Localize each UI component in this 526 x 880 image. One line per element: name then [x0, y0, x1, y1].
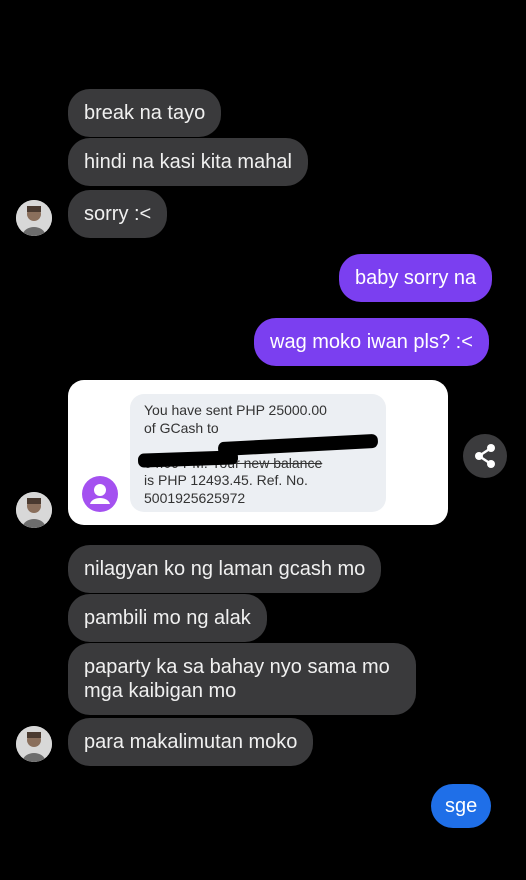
avatar-photo-icon: [16, 492, 52, 528]
message-sorry[interactable]: sorry :<: [68, 190, 168, 238]
sms-line-5: is PHP 12493.45. Ref. No.: [144, 472, 308, 488]
message-paparty[interactable]: paparty ka sa bahay nyo sama mo mga kaib…: [68, 643, 416, 715]
message-break-na-tayo[interactable]: break na tayo: [68, 89, 222, 137]
sms-line-6: 5001925625972: [144, 489, 246, 506]
message-baby-sorry-na[interactable]: baby sorry na: [339, 254, 493, 302]
message-sge[interactable]: sge: [431, 784, 492, 828]
sms-line-2: of GCash to: [144, 419, 219, 436]
sms-screenshot-card[interactable]: You have sent PHP 25000.00 of GCash to o…: [68, 380, 448, 525]
avatar[interactable]: [16, 200, 52, 236]
message-wag-moko-iwan[interactable]: wag moko iwan pls? :<: [254, 318, 489, 366]
message-nilagyan[interactable]: nilagyan ko ng laman gcash mo: [68, 545, 382, 593]
message-hindi-na-kasi[interactable]: hindi na kasi kita mahal: [68, 138, 308, 186]
sms-line-1: You have sent PHP 25000.00: [144, 402, 327, 418]
contact-icon: [82, 476, 118, 512]
sms-bubble: You have sent PHP 25000.00 of GCash to o…: [130, 394, 386, 512]
share-icon: [475, 444, 495, 468]
share-button[interactable]: [463, 434, 507, 478]
avatar[interactable]: [16, 726, 52, 762]
message-pambili[interactable]: pambili mo ng alak: [68, 594, 267, 642]
message-para-makalimutan[interactable]: para makalimutan moko: [68, 718, 314, 766]
avatar-photo-icon: [16, 726, 52, 762]
avatar[interactable]: [16, 492, 52, 528]
avatar-photo-icon: [16, 200, 52, 236]
